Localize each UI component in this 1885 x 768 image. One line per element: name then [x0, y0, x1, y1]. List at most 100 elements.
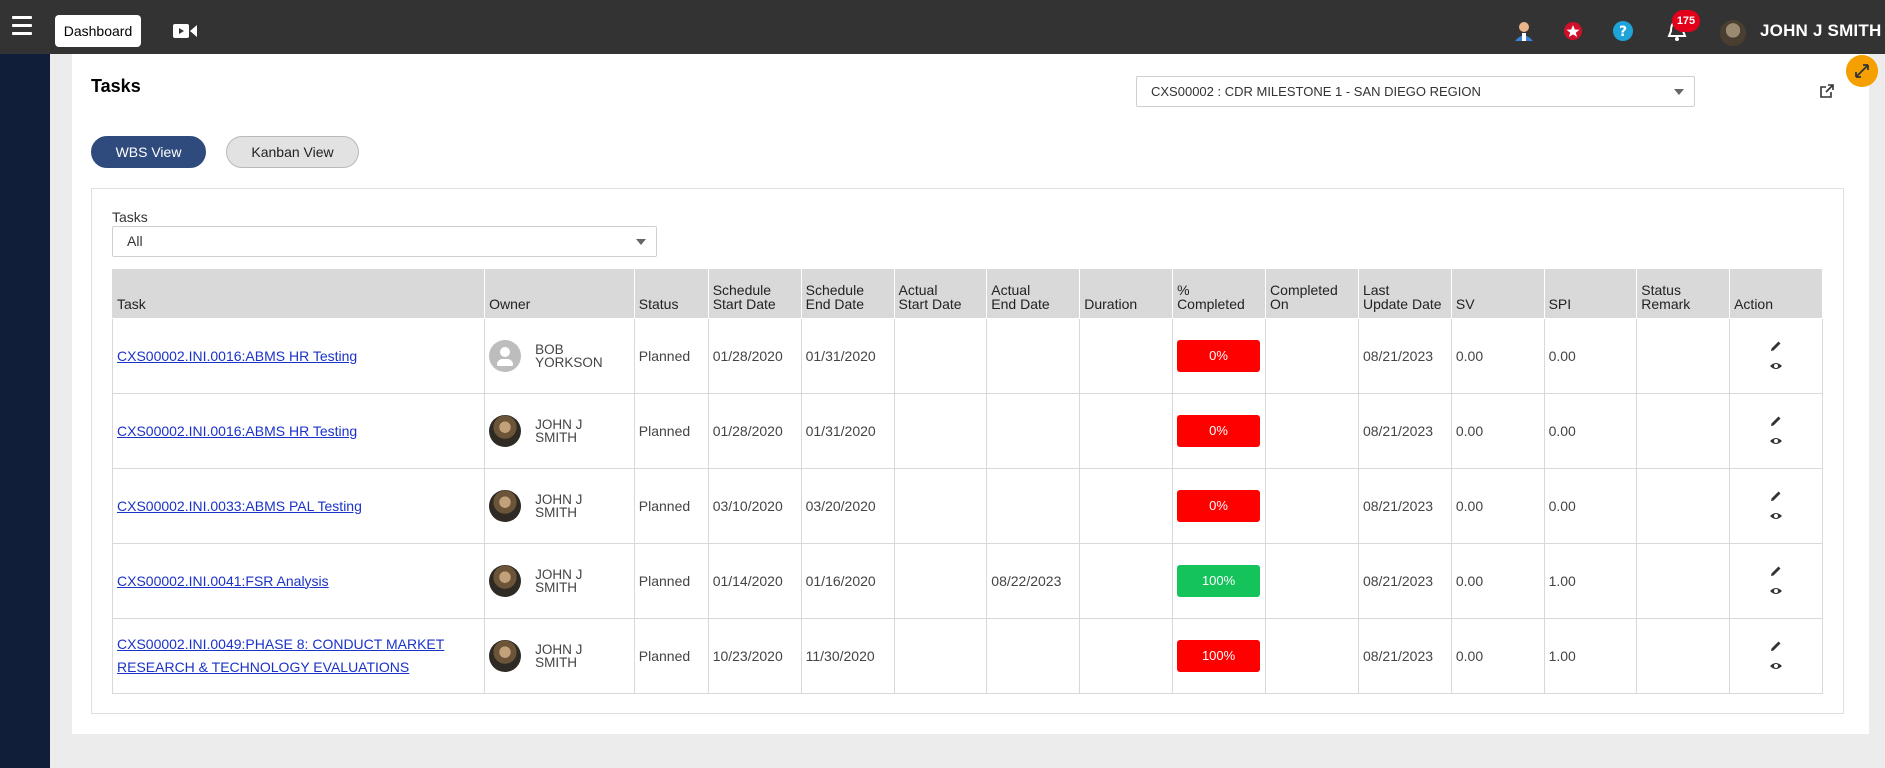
sched-end-cell: 11/30/2020	[800, 618, 895, 694]
owner-name-line: SMITH	[535, 505, 578, 520]
percent-completed-badge: 0%	[1177, 490, 1261, 522]
status-cell: Planned	[633, 468, 709, 544]
task-link[interactable]: CXS00002.INI.0049:PHASE 8: CONDUCT MARKE…	[117, 633, 480, 656]
dashboard-button[interactable]: Dashboard	[55, 15, 141, 47]
task-link[interactable]: CXS00002.INI.0033:ABMS PAL Testing	[117, 495, 480, 518]
last-update-cell: 08/21/2023	[1357, 618, 1452, 694]
column-header: Status	[633, 268, 709, 319]
expand-icon[interactable]	[1846, 55, 1878, 87]
actual-end-cell	[986, 318, 1081, 394]
project-select[interactable]: CXS00002 : CDR MILESTONE 1 - SAN DIEGO R…	[1136, 76, 1695, 107]
chevron-down-icon	[636, 239, 646, 245]
table-row: CXS00002.INI.0041:FSR Analysis JOHN J SMIT…	[111, 543, 1823, 619]
actual-start-cell	[893, 618, 988, 694]
kanban-view-button[interactable]: Kanban View	[226, 136, 359, 168]
avatar	[489, 415, 522, 447]
user-icon[interactable]	[1513, 20, 1535, 42]
actual-end-cell	[986, 393, 1081, 469]
view-icon[interactable]	[1769, 659, 1783, 673]
column-header: Owner	[484, 268, 635, 319]
column-header: Status Remark	[1636, 268, 1731, 319]
actual-end-cell	[986, 618, 1081, 694]
star-icon[interactable]	[1562, 20, 1584, 42]
owner-name: JOHN J SMITH	[535, 418, 582, 445]
sched-start-cell: 01/28/2020	[707, 393, 802, 469]
status-cell: Planned	[633, 618, 709, 694]
avatar[interactable]	[1720, 20, 1746, 46]
user-name[interactable]: JOHN J SMITH	[1760, 21, 1881, 41]
task-cell: CXS00002.INI.0016:ABMS HR Testing	[111, 393, 486, 469]
column-header-label: Schedule	[805, 282, 864, 298]
column-header: Duration	[1079, 268, 1174, 319]
actual-start-cell	[893, 318, 988, 394]
remark-cell	[1636, 543, 1731, 619]
owner-name-line: SMITH	[535, 655, 578, 670]
spi-cell: 1.00	[1543, 543, 1638, 619]
edit-icon[interactable]	[1769, 414, 1783, 428]
column-header: % Completed	[1172, 268, 1267, 319]
column-header-label: % Completed	[1177, 282, 1245, 312]
tasks-table: Task Owner Status Schedule Start Date Schedul…	[111, 268, 1823, 694]
task-filter-value: All	[127, 233, 143, 249]
column-header: Schedule Start Date	[707, 268, 802, 319]
completed-on-cell	[1265, 393, 1359, 469]
edit-icon[interactable]	[1769, 564, 1783, 578]
edit-icon[interactable]	[1769, 489, 1783, 503]
completed-on-cell	[1265, 618, 1359, 694]
view-icon[interactable]	[1769, 359, 1783, 373]
wbs-view-button[interactable]: WBS View	[91, 136, 206, 168]
owner-name: JOHN J SMITH	[535, 568, 582, 595]
task-filter-select[interactable]: All	[112, 226, 657, 257]
owner-name-line: YORKSON	[535, 355, 603, 370]
actual-start-cell	[893, 543, 988, 619]
percent-completed-badge: 0%	[1177, 415, 1261, 447]
edit-icon[interactable]	[1769, 339, 1783, 353]
task-cell: CXS00002.INI.0033:ABMS PAL Testing	[111, 468, 486, 544]
external-link-icon[interactable]	[1819, 83, 1835, 99]
edit-icon[interactable]	[1769, 639, 1783, 653]
action-cell	[1729, 618, 1823, 694]
column-header: Action	[1729, 268, 1823, 319]
column-header-label: On	[1270, 296, 1289, 312]
column-header-label: SV	[1455, 296, 1475, 312]
task-link[interactable]: CXS00002.INI.0016:ABMS HR Testing	[117, 420, 480, 443]
column-header-label: SPI	[1548, 296, 1572, 312]
task-link[interactable]: CXS00002.INI.0016:ABMS HR Testing	[117, 345, 480, 368]
status-cell: Planned	[633, 543, 709, 619]
task-link[interactable]: RESEARCH & TECHNOLOGY EVALUATIONS	[117, 656, 480, 679]
column-header-label: End Date	[805, 296, 864, 312]
sched-end-cell: 01/31/2020	[800, 318, 895, 394]
task-cell: CXS00002.INI.0049:PHASE 8: CONDUCT MARKE…	[111, 618, 486, 694]
column-header-label: Owner	[489, 296, 531, 312]
menu-icon[interactable]	[12, 16, 32, 36]
view-icon[interactable]	[1769, 584, 1783, 598]
svg-text:?: ?	[1619, 24, 1627, 40]
spi-cell: 0.00	[1543, 393, 1638, 469]
sched-start-cell: 01/28/2020	[707, 318, 802, 394]
duration-cell	[1079, 618, 1174, 694]
column-header-label: Schedule	[712, 282, 772, 298]
video-icon[interactable]	[172, 22, 198, 40]
column-header-label: Task	[117, 296, 146, 312]
view-icon[interactable]	[1769, 509, 1783, 523]
help-icon[interactable]: ?	[1612, 20, 1634, 42]
owner-name: JOHN J SMITH	[535, 643, 582, 670]
duration-cell	[1079, 543, 1174, 619]
spi-cell: 0.00	[1543, 318, 1638, 394]
table-row: CXS00002.INI.0033:ABMS PAL Testing JOHN J…	[111, 468, 1823, 544]
remark-cell	[1636, 468, 1731, 544]
actual-end-cell	[986, 468, 1081, 544]
filter-label: Tasks	[112, 209, 148, 225]
avatar	[489, 490, 522, 522]
sv-cell: 0.00	[1450, 468, 1545, 544]
notification-badge[interactable]: 175	[1672, 10, 1700, 32]
avatar	[489, 640, 522, 672]
column-header: Completed On	[1265, 268, 1359, 319]
task-link[interactable]: CXS00002.INI.0041:FSR Analysis	[117, 570, 480, 593]
last-update-cell: 08/21/2023	[1357, 468, 1452, 544]
sched-start-cell: 03/10/2020	[707, 468, 802, 544]
actual-end-cell: 08/22/2023	[986, 543, 1081, 619]
column-header-label: Actual	[991, 282, 1031, 298]
view-icon[interactable]	[1769, 434, 1783, 448]
remark-cell	[1636, 318, 1731, 394]
